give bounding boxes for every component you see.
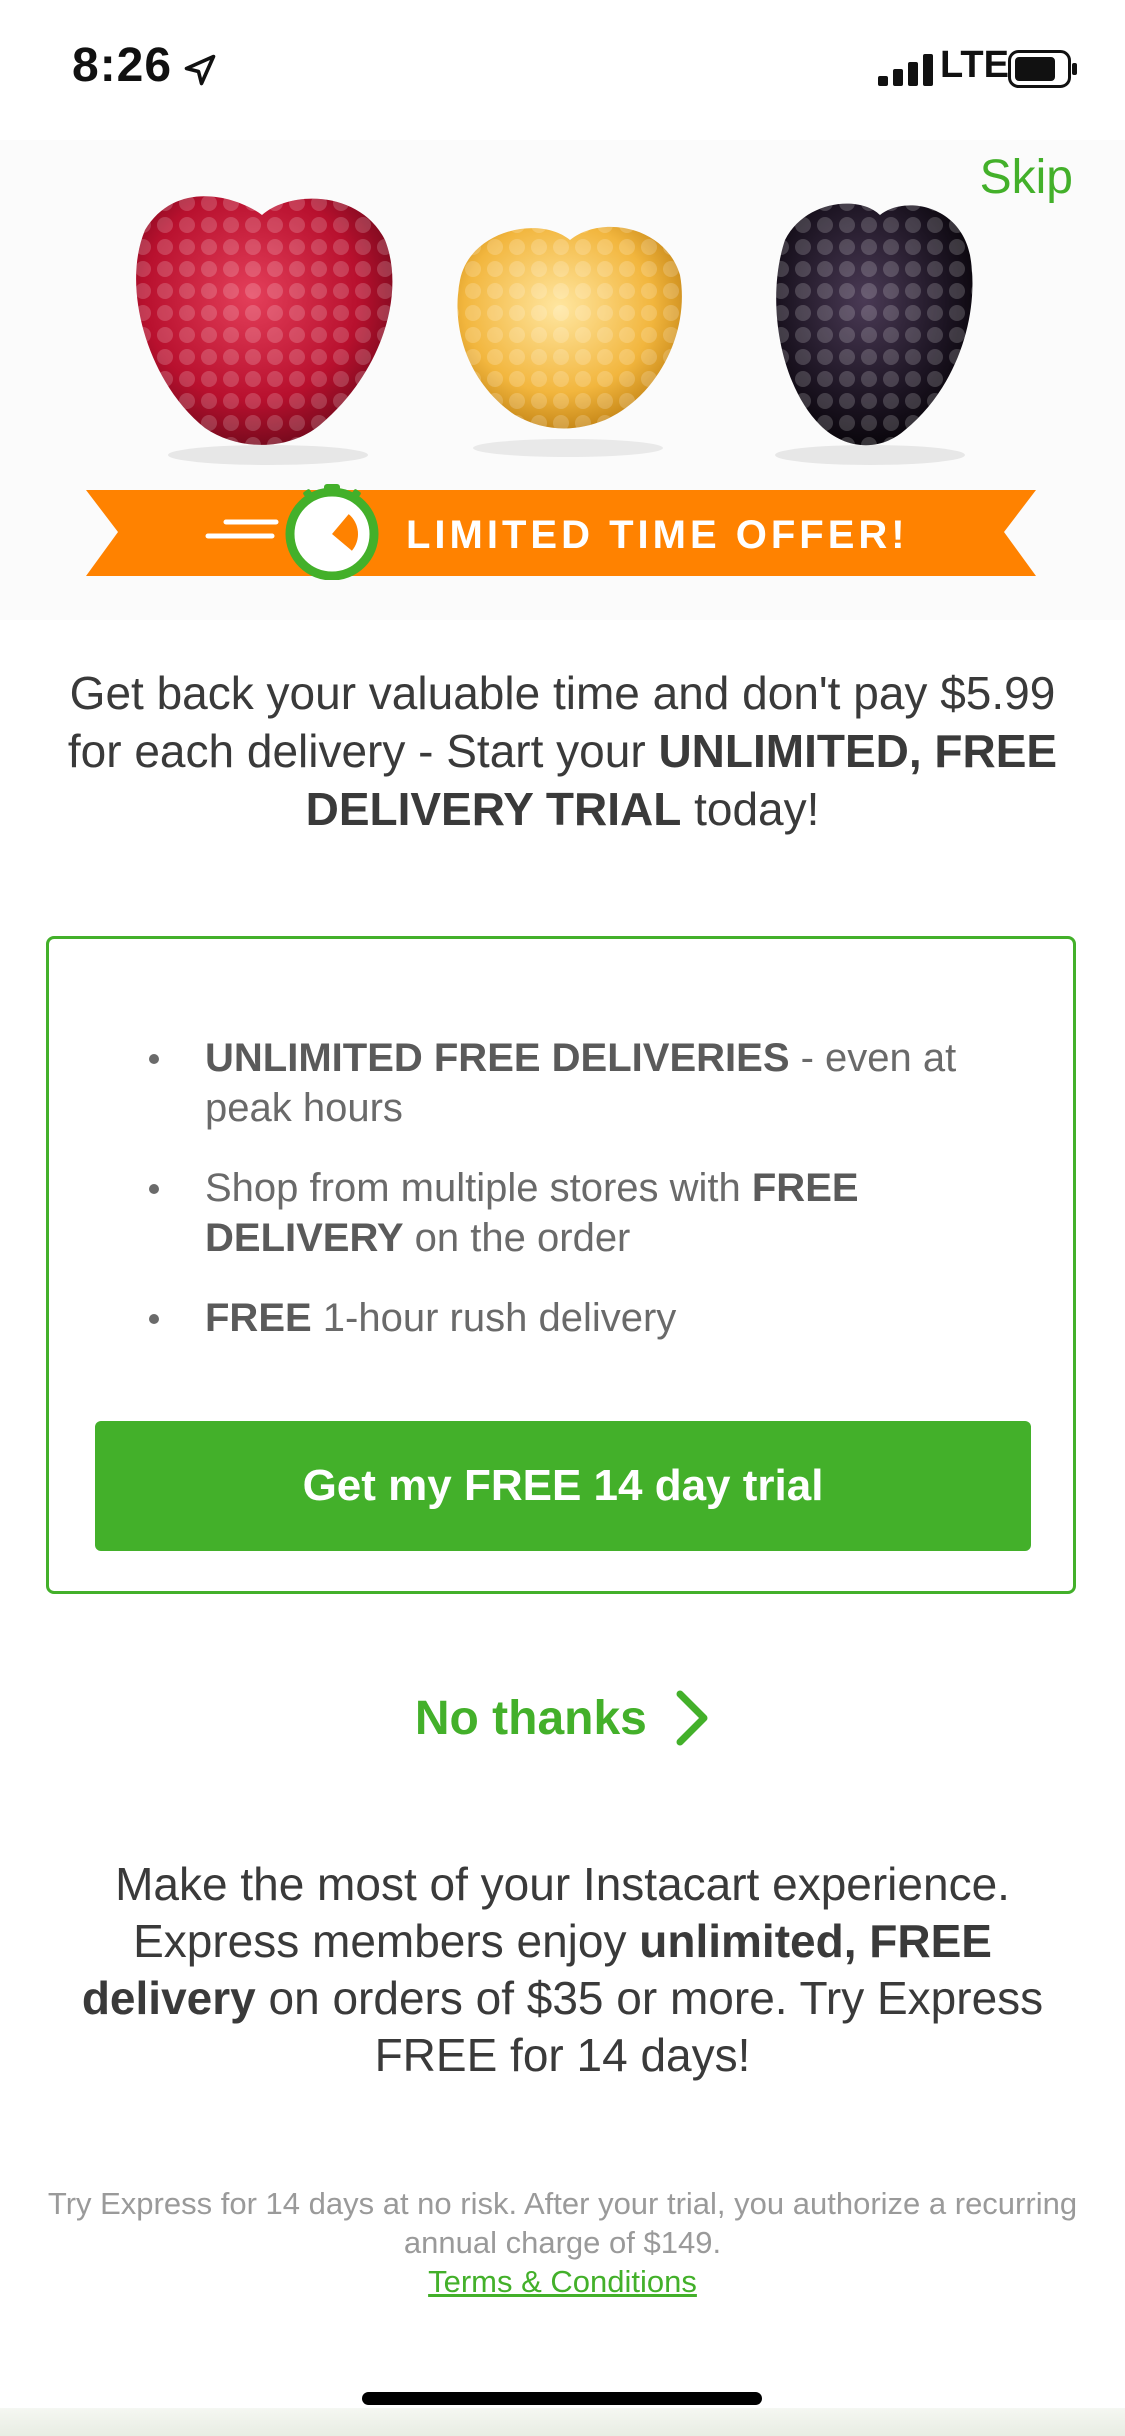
express-description: Make the most of your Instacart experien… bbox=[81, 1858, 1044, 2081]
status-bar: 8:26 LTE bbox=[0, 0, 1125, 140]
start-trial-button[interactable]: Get my FREE 14 day trial bbox=[95, 1421, 1031, 1551]
signal-strength-icon bbox=[878, 54, 933, 86]
limited-offer-banner: LIMITED TIME OFFER! bbox=[86, 484, 1036, 580]
home-indicator[interactable] bbox=[362, 2392, 762, 2405]
benefits-list: UNLIMITED FREE DELIVERIES - even at peak… bbox=[105, 1033, 1035, 1373]
list-item: Shop from multiple stores with FREE DELI… bbox=[105, 1163, 1035, 1263]
list-item: UNLIMITED FREE DELIVERIES - even at peak… bbox=[105, 1033, 1035, 1133]
status-time: 8:26 bbox=[72, 39, 173, 92]
list-item: FREE 1-hour rush delivery bbox=[105, 1293, 1035, 1343]
offer-card: UNLIMITED FREE DELIVERIES - even at peak… bbox=[46, 936, 1076, 1594]
bottom-image-edge bbox=[0, 2408, 1125, 2436]
location-arrow-icon bbox=[184, 54, 216, 86]
no-thanks-label: No thanks bbox=[414, 1691, 647, 1745]
berries-illustration bbox=[136, 196, 973, 465]
banner-text: LIMITED TIME OFFER! bbox=[406, 513, 909, 557]
disclaimer-text: Try Express for 14 days at no risk. Afte… bbox=[47, 2186, 1078, 2260]
chevron-right-icon bbox=[676, 1690, 708, 1746]
fine-print: Try Express for 14 days at no risk. Afte… bbox=[40, 2184, 1085, 2301]
headline: Get back your valuable time and don't pa… bbox=[67, 667, 1058, 835]
no-thanks-link[interactable]: No thanks bbox=[0, 1688, 1125, 1748]
network-type: LTE bbox=[940, 44, 1009, 86]
terms-link[interactable]: Terms & Conditions bbox=[428, 2264, 697, 2299]
battery-icon bbox=[1008, 50, 1077, 88]
